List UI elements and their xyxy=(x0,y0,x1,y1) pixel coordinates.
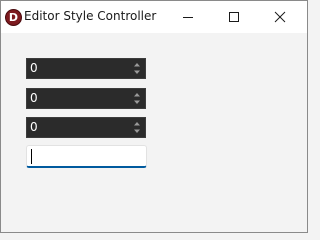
app-window: D Editor Style Controller 0 0 0 xyxy=(0,0,308,233)
minimize-button[interactable] xyxy=(165,1,211,33)
close-button[interactable] xyxy=(257,1,303,33)
title-bar[interactable]: D Editor Style Controller xyxy=(1,1,307,33)
number-field-3[interactable]: 0 xyxy=(26,117,146,138)
app-icon: D xyxy=(5,9,22,26)
spin-down-icon[interactable] xyxy=(132,99,142,106)
maximize-button[interactable] xyxy=(211,1,257,33)
spinner-2[interactable] xyxy=(132,91,142,106)
spin-up-icon[interactable] xyxy=(132,61,142,68)
text-input[interactable] xyxy=(26,145,147,168)
spin-up-icon[interactable] xyxy=(132,120,142,127)
number-field-2-value[interactable]: 0 xyxy=(30,91,38,105)
spinner-1[interactable] xyxy=(132,61,142,76)
spin-down-icon[interactable] xyxy=(132,128,142,135)
client-area: 0 0 0 xyxy=(1,33,307,232)
number-field-2[interactable]: 0 xyxy=(26,88,146,109)
window-title: Editor Style Controller xyxy=(24,9,157,23)
app-icon-letter: D xyxy=(8,11,19,24)
spinner-3[interactable] xyxy=(132,120,142,135)
close-icon xyxy=(274,11,286,23)
spin-up-icon[interactable] xyxy=(132,91,142,98)
text-caret xyxy=(31,149,32,164)
number-field-1[interactable]: 0 xyxy=(26,58,146,79)
number-field-3-value[interactable]: 0 xyxy=(30,120,38,134)
spin-down-icon[interactable] xyxy=(132,69,142,76)
number-field-1-value[interactable]: 0 xyxy=(30,61,38,75)
minimize-icon xyxy=(183,17,193,18)
maximize-icon xyxy=(229,12,239,22)
